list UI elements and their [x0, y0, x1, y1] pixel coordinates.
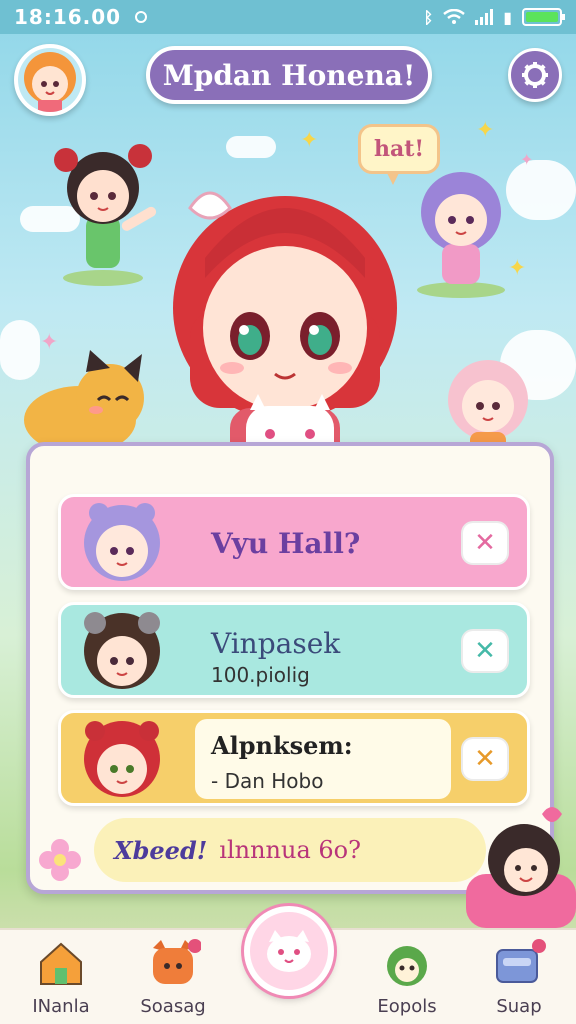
close-icon: ✕: [474, 744, 496, 774]
frog-icon: [387, 946, 427, 986]
list-item[interactable]: Vyu Hall? ✕: [58, 494, 530, 590]
nav-item-home[interactable]: INanla: [16, 938, 106, 1017]
fox-icon: [153, 939, 202, 984]
close-icon: ✕: [474, 528, 496, 558]
avatar-icon: [18, 48, 82, 112]
nav-label: INanla: [32, 996, 90, 1017]
notification-dot-icon: [135, 11, 148, 23]
app-title-text: Mpdan Honena!: [162, 58, 416, 92]
prompt-banner-lead: Xbeed!: [114, 835, 208, 865]
app-title: Mpdan Honena!: [146, 46, 432, 104]
list-item-title: Vinpasek: [211, 627, 341, 660]
cloud-decoration: [506, 160, 576, 220]
status-time: 18:16.00: [14, 5, 122, 29]
list-item-title: Vyu Hall?: [211, 527, 361, 560]
prompt-banner-text: ılnnnua 6o?: [219, 836, 361, 864]
nav-label: Suap: [496, 996, 542, 1017]
character-main-girl: [173, 191, 397, 470]
character-face-purple: [84, 503, 160, 581]
nav-item-soasag[interactable]: Soasag: [128, 938, 218, 1017]
battery-fill: [526, 12, 558, 22]
status-icons: ᛒ ▮: [423, 7, 565, 27]
signal-icon: [475, 9, 494, 25]
list-item-subtitle: - Dan Hobo: [211, 769, 324, 793]
prompt-banner[interactable]: Xbeed! ılnnnua 6o?: [94, 818, 486, 882]
dismiss-button[interactable]: ✕: [461, 737, 509, 781]
settings-button[interactable]: [508, 48, 562, 102]
box-icon: [496, 939, 546, 983]
center-action-button[interactable]: [244, 906, 334, 996]
nav-item-eopols[interactable]: Eopols: [362, 938, 452, 1017]
gear-icon: [522, 62, 548, 88]
character-purple-girl: [417, 172, 505, 298]
list-item-title: Alpnksem:: [211, 731, 353, 760]
list-item[interactable]: Vinpasek 100.piolig ✕: [58, 602, 530, 698]
close-icon: ✕: [474, 636, 496, 666]
wifi-icon: [443, 9, 465, 24]
dismiss-button[interactable]: ✕: [461, 521, 509, 565]
sparkle-icon: ✦: [476, 118, 495, 143]
sparkle-icon: ✦: [520, 150, 534, 169]
nav-label: Eopols: [377, 996, 437, 1017]
sparkle-icon: ✦: [300, 128, 319, 153]
status-bar: 18:16.00 ᛒ ▮: [0, 0, 576, 34]
list-item[interactable]: Alpnksem: - Dan Hobo ✕: [58, 710, 530, 806]
profile-avatar-button[interactable]: [14, 44, 86, 116]
character-green-girl: [54, 144, 157, 286]
character-face-red: [84, 721, 160, 797]
home-icon: [40, 942, 82, 985]
character-cat-corner: [466, 807, 576, 928]
dismiss-button[interactable]: ✕: [461, 629, 509, 673]
sim-icon: ▮: [503, 7, 512, 27]
cloud-decoration: [226, 136, 276, 158]
list-item-subtitle: 100.piolig: [211, 663, 310, 687]
battery-icon: [522, 8, 565, 26]
character-face-brown: [84, 612, 160, 689]
character-pink-girl: [448, 360, 528, 452]
speech-text: hat!: [373, 136, 425, 162]
flower-icon: [39, 839, 81, 881]
nav-label: Soasag: [140, 996, 206, 1017]
bluetooth-icon: ᛒ: [423, 7, 434, 27]
cat-icon: [267, 930, 311, 972]
nav-item-suap[interactable]: Suap: [474, 938, 564, 1017]
